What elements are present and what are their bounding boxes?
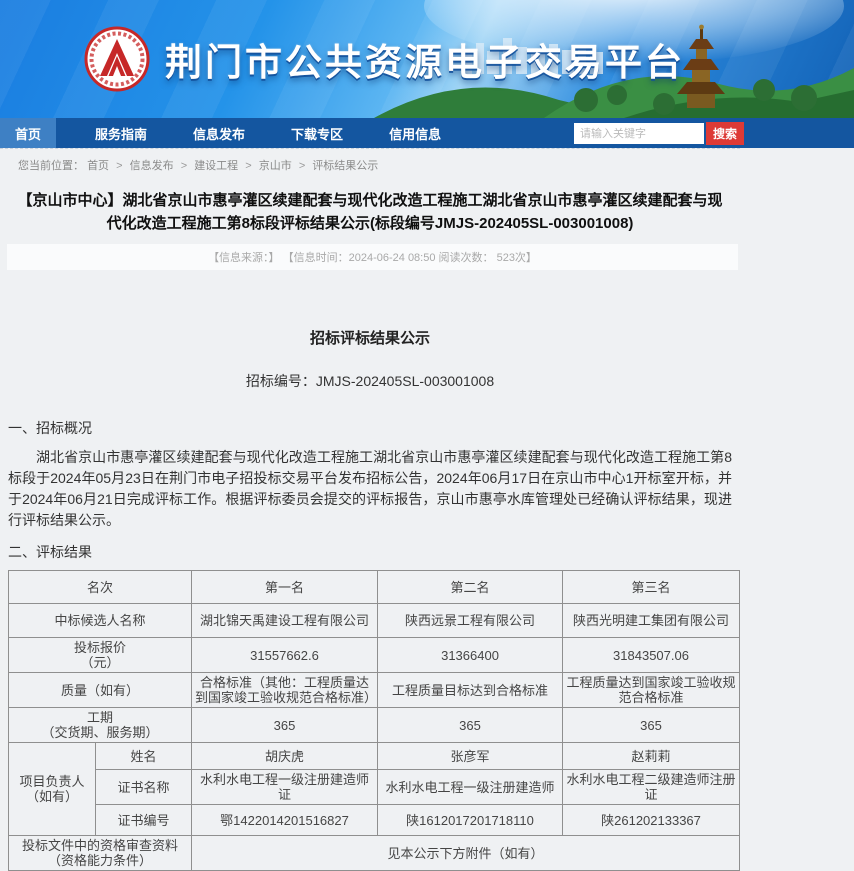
manager-label: 项目负责人 （如有） xyxy=(9,743,96,836)
cert-name-label: 证书名称 xyxy=(96,770,192,805)
breadcrumb-separator: > xyxy=(181,160,187,172)
section2-title: 二、评标结果 xyxy=(8,542,740,562)
cert-no-2: 陕1612017201718110 xyxy=(378,805,563,836)
cert-no-1: 鄂1422014201516827 xyxy=(192,805,378,836)
duration-label: 工期 （交货期、服务期） xyxy=(9,708,192,743)
site-logo-emblem-icon xyxy=(84,26,150,92)
table-row: 工期 （交货期、服务期） 365 365 365 xyxy=(9,708,740,743)
rank-header: 名次 xyxy=(9,571,192,604)
table-row: 证书编号 鄂1422014201516827 陕1612017201718110… xyxy=(9,805,740,836)
site-banner: 荆门市公共资源电子交易平台 xyxy=(0,0,854,118)
cert-name-2: 水利水电工程一级注册建造师 xyxy=(378,770,563,805)
breadcrumb-separator: > xyxy=(299,160,305,172)
manager-name-2: 张彦军 xyxy=(378,743,563,770)
manager-name-3: 赵莉莉 xyxy=(563,743,740,770)
table-row: 名次 第一名 第二名 第三名 xyxy=(9,571,740,604)
candidate-3: 陕西光明建工集团有限公司 xyxy=(563,604,740,638)
rank-first-header: 第一名 xyxy=(192,571,378,604)
breadcrumb-separator: > xyxy=(245,160,251,172)
candidate-1: 湖北锦天禹建设工程有限公司 xyxy=(192,604,378,638)
cert-name-1: 水利水电工程一级注册建造师证 xyxy=(192,770,378,805)
search-box: 搜索 xyxy=(574,122,744,145)
table-row: 投标报价 （元） 31557662.6 31366400 31843507.06 xyxy=(9,638,740,673)
breadcrumb: 您当前位置： 首页 > 信息发布 > 建设工程 > 京山市 > 评标结果公示 xyxy=(0,148,740,182)
search-button[interactable]: 搜索 xyxy=(706,122,744,145)
duration-3: 365 xyxy=(563,708,740,743)
table-row: 中标候选人名称 湖北锦天禹建设工程有限公司 陕西远景工程有限公司 陕西光明建工集… xyxy=(9,604,740,638)
bid-number: 招标编号：JMJS-202405SL-003001008 xyxy=(0,371,740,391)
rank-second-header: 第二名 xyxy=(378,571,563,604)
article-content: 【京山市中心】湖北省京山市惠亭灌区续建配套与现代化改造工程施工湖北省京山市惠亭灌… xyxy=(0,189,740,871)
breadcrumb-separator: > xyxy=(116,160,122,172)
cert-no-label: 证书编号 xyxy=(96,805,192,836)
qualification-label: 投标文件中的资格审查资料 （资格能力条件） xyxy=(9,836,192,871)
nav-item-credit-info[interactable]: 信用信息 xyxy=(374,118,456,148)
site-title: 荆门市公共资源电子交易平台 xyxy=(165,32,685,86)
quality-1: 合格标准（其他：工程质量达到国家竣工验收规范合格标准） xyxy=(192,673,378,708)
candidate-2: 陕西远景工程有限公司 xyxy=(378,604,563,638)
doc-title: 招标评标结果公示 xyxy=(0,327,740,348)
duration-2: 365 xyxy=(378,708,563,743)
table-row: 项目负责人 （如有） 姓名 胡庆虎 张彦军 赵莉莉 xyxy=(9,743,740,770)
cert-no-3: 陕261202133367 xyxy=(563,805,740,836)
table-row: 质量（如有） 合格标准（其他：工程质量达到国家竣工验收规范合格标准） 工程质量目… xyxy=(9,673,740,708)
candidate-label: 中标候选人名称 xyxy=(9,604,192,638)
brand: 荆门市公共资源电子交易平台 xyxy=(84,26,685,92)
price-1: 31557662.6 xyxy=(192,638,378,673)
manager-name-label: 姓名 xyxy=(96,743,192,770)
manager-name-1: 胡庆虎 xyxy=(192,743,378,770)
breadcrumb-result-publicity[interactable]: 评标结果公示 xyxy=(312,160,378,172)
qualification-value: 见本公示下方附件（如有） xyxy=(192,836,740,871)
main-nav: 首页 服务指南 信息发布 下载专区 信用信息 搜索 xyxy=(0,118,854,148)
quality-label: 质量（如有） xyxy=(9,673,192,708)
breadcrumb-info-release[interactable]: 信息发布 xyxy=(130,160,174,172)
breadcrumb-jingshan[interactable]: 京山市 xyxy=(259,160,292,172)
table-row: 证书名称 水利水电工程一级注册建造师证 水利水电工程一级注册建造师 水利水电工程… xyxy=(9,770,740,805)
quality-3: 工程质量达到国家竣工验收规范合格标准 xyxy=(563,673,740,708)
cert-name-3: 水利水电工程二级建造师注册证 xyxy=(563,770,740,805)
breadcrumb-prefix: 您当前位置： xyxy=(18,160,84,172)
nav-item-service-guide[interactable]: 服务指南 xyxy=(80,118,162,148)
nav-item-home[interactable]: 首页 xyxy=(0,118,56,148)
price-3: 31843507.06 xyxy=(563,638,740,673)
section1-title: 一、招标概况 xyxy=(8,418,740,438)
breadcrumb-home[interactable]: 首页 xyxy=(87,160,109,172)
section1-paragraph: 湖北省京山市惠亭灌区续建配套与现代化改造工程施工湖北省京山市惠亭灌区续建配套与现… xyxy=(8,447,732,531)
nav-item-download-zone[interactable]: 下载专区 xyxy=(276,118,358,148)
page: 荆门市公共资源电子交易平台 首页 服务指南 信息发布 下载专区 信用信息 搜索 … xyxy=(0,0,854,871)
rank-third-header: 第三名 xyxy=(563,571,740,604)
evaluation-result-table: 名次 第一名 第二名 第三名 中标候选人名称 湖北锦天禹建设工程有限公司 陕西远… xyxy=(8,570,740,871)
price-label: 投标报价 （元） xyxy=(9,638,192,673)
duration-1: 365 xyxy=(192,708,378,743)
nav-item-info-release[interactable]: 信息发布 xyxy=(178,118,260,148)
breadcrumb-construction[interactable]: 建设工程 xyxy=(194,160,238,172)
quality-2: 工程质量目标达到合格标准 xyxy=(378,673,563,708)
article-meta: 【信息来源：】 【信息时间：2024-06-24 08:50 阅读次数： 523… xyxy=(7,244,738,270)
price-2: 31366400 xyxy=(378,638,563,673)
table-row: 投标文件中的资格审查资料 （资格能力条件） 见本公示下方附件（如有） xyxy=(9,836,740,871)
page-title: 【京山市中心】湖北省京山市惠亭灌区续建配套与现代化改造工程施工湖北省京山市惠亭灌… xyxy=(12,189,728,235)
search-input[interactable] xyxy=(574,123,704,144)
